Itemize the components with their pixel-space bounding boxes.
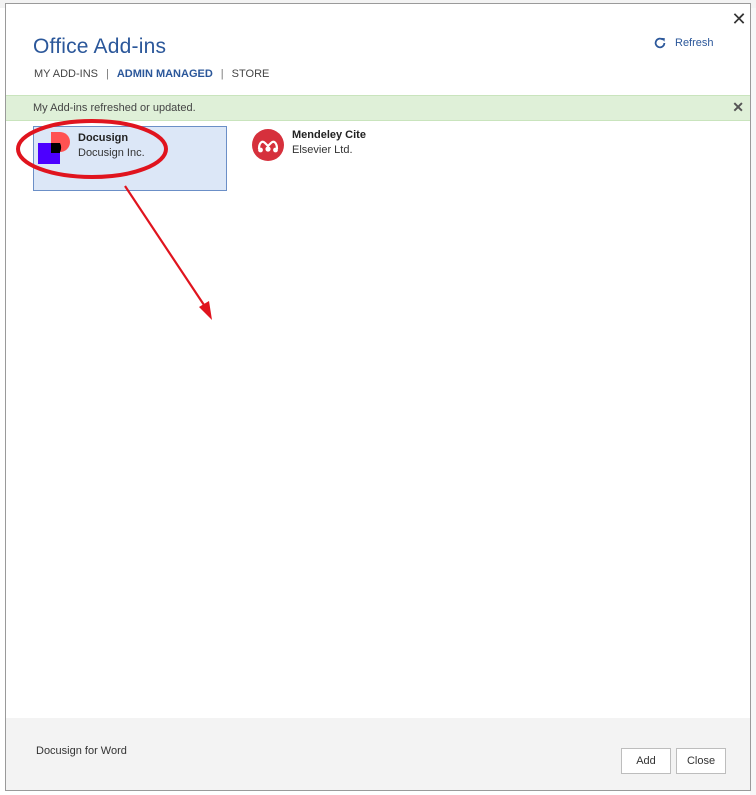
tab-admin-managed[interactable]: ADMIN MANAGED <box>117 68 213 80</box>
mendeley-logo-icon <box>252 129 284 161</box>
dialog-close-icon[interactable]: ✕ <box>730 11 748 29</box>
dialog-footer: Docusign for Word Add Close <box>6 718 750 790</box>
office-addins-dialog: ✕ Office Add-ins Refresh MY ADD-INS | AD… <box>5 3 751 791</box>
close-button[interactable]: Close <box>676 748 726 774</box>
docusign-logo-icon <box>38 132 70 166</box>
addin-name: Docusign <box>78 132 129 144</box>
addin-tile-mendeley-cite[interactable]: Mendeley Cite Elsevier Ltd. <box>252 129 442 169</box>
addin-info: Docusign Docusign Inc. <box>78 132 145 159</box>
refresh-button[interactable]: Refresh <box>653 36 714 50</box>
addin-info: Mendeley Cite Elsevier Ltd. <box>292 129 366 156</box>
tab-store[interactable]: STORE <box>232 68 270 80</box>
refresh-label: Refresh <box>675 37 714 49</box>
notification-message: My Add-ins refreshed or updated. <box>33 102 196 114</box>
annotation-arrow-line <box>124 185 207 309</box>
addin-publisher: Elsevier Ltd. <box>292 144 353 156</box>
notification-bar: My Add-ins refreshed or updated. ✕ <box>6 95 750 121</box>
annotation-overlay <box>16 119 684 782</box>
refresh-icon <box>654 37 666 49</box>
dialog-title: Office Add-ins <box>33 35 167 58</box>
addin-tile-docusign[interactable]: Docusign Docusign Inc. <box>33 126 227 191</box>
tab-separator: | <box>105 68 109 80</box>
notification-dismiss-icon[interactable]: ✕ <box>732 99 744 116</box>
addin-name: Mendeley Cite <box>292 129 366 141</box>
tab-separator: | <box>220 68 224 80</box>
add-button[interactable]: Add <box>621 748 671 774</box>
annotation-arrowhead <box>199 301 212 320</box>
addin-tabs: MY ADD-INS | ADMIN MANAGED | STORE <box>34 68 269 80</box>
addin-publisher: Docusign Inc. <box>78 147 145 159</box>
tab-my-add-ins[interactable]: MY ADD-INS <box>34 68 98 80</box>
selected-addin-description: Docusign for Word <box>36 745 127 757</box>
